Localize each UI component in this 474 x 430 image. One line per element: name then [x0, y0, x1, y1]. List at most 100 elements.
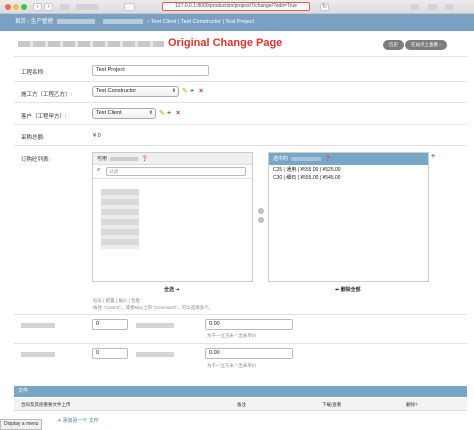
sidebar-toggle-icon[interactable]	[60, 3, 70, 10]
filter-placeholder: 过滤	[109, 169, 118, 174]
help-question-icon[interactable]: ❓	[142, 156, 148, 162]
row-2-help-text: 为千一立方米 * 出采单价	[207, 363, 257, 368]
project-name-input[interactable]: Test Project	[92, 65, 209, 76]
row-2-quantity-value: 0	[96, 350, 100, 356]
selector-help-line2: 按住 "Control"，或者Mac上的 "Command"，可以选择多个。	[93, 305, 214, 310]
client-label: 客户（工程甲方）:	[21, 114, 67, 120]
breadcrumb: 首页 › 生产管理 › Test Client | Test Construct…	[0, 14, 474, 31]
edit-client-pencil-icon[interactable]: ✎	[159, 110, 165, 117]
breadcrumb-current: › Test Client | Test Constructor | Test …	[147, 19, 255, 25]
divider	[14, 314, 467, 315]
search-icon: ⌕	[97, 167, 101, 173]
col-delete: 删除?	[406, 402, 418, 407]
available-header: 可用 ❓	[93, 153, 252, 165]
col-download: 下载/查看	[322, 402, 342, 407]
choose-all-arrow-icon: ➔	[175, 287, 180, 293]
row-2-amount-input[interactable]: 0.00	[205, 348, 293, 359]
row-2-amount-value: 0.00	[209, 350, 220, 356]
new-tab-icon[interactable]	[445, 3, 454, 10]
add-order-plus-icon[interactable]: +	[431, 153, 435, 160]
page-title: Original Change Page	[168, 37, 283, 49]
address-bar[interactable]: 127.0.0.1:8000/production/project/7/chan…	[162, 2, 310, 11]
row-1-amount-input[interactable]: 0.00	[205, 319, 293, 330]
tab-group-icon[interactable]	[76, 3, 98, 10]
move-left-arrow-icon[interactable]: ‹	[258, 217, 264, 223]
filter-input[interactable]: 过滤	[106, 167, 246, 176]
client-value: Test Client	[96, 110, 122, 116]
available-options-redacted[interactable]	[101, 189, 139, 249]
add-constructor-plus-icon[interactable]: +	[190, 88, 194, 95]
row-2-label-redacted	[21, 352, 55, 357]
row-1-mid-label-redacted	[136, 323, 174, 328]
choose-all-label: 全选	[164, 287, 175, 293]
choose-all-link[interactable]: 全选 ➔	[164, 286, 180, 293]
divider	[14, 124, 467, 125]
tabs-overview-icon[interactable]	[428, 3, 437, 10]
chosen-option[interactable]: C25 | 通用 | ¥555.00 | ¥525.00	[270, 166, 427, 174]
page-heading-redacted	[18, 41, 164, 47]
breadcrumb-separator: ›	[27, 19, 30, 25]
reload-button[interactable]: ↻	[320, 2, 329, 11]
add-file-label: 添加另一个 文件	[62, 418, 99, 424]
extension-icon[interactable]	[124, 2, 135, 11]
plus-icon: +	[58, 418, 61, 424]
row-1-label-redacted	[21, 323, 55, 328]
address-text: 127.0.0.1:8000/production/project/7/chan…	[175, 3, 297, 9]
delete-constructor-x-icon[interactable]: ×	[199, 88, 203, 95]
view-on-site-label: 在站点上查看	[411, 42, 438, 47]
delete-client-x-icon[interactable]: ×	[176, 110, 180, 117]
breadcrumb-redacted[interactable]	[57, 19, 96, 25]
row-1-help-text: 为千一立方米 * 出采单价	[207, 333, 257, 338]
row-2-quantity-input[interactable]: 0	[92, 348, 128, 359]
remove-all-arrow-icon: ⬅	[335, 287, 340, 293]
share-icon[interactable]	[410, 3, 419, 10]
select-caret-icon: ⬍	[148, 110, 153, 116]
chosen-selector: 选中的 ❓ C25 | 通用 | ¥555.00 | ¥525.00 C30 |…	[268, 152, 429, 282]
available-title: 可用	[97, 156, 108, 162]
remove-all-link[interactable]: ⬅ 删除全部	[335, 286, 361, 293]
total-purchase-label: 采购总额:	[21, 135, 45, 141]
files-section-header: 文件	[14, 386, 467, 397]
available-title-redacted	[110, 156, 139, 161]
help-question-icon[interactable]: ❓	[325, 156, 331, 162]
filter-row: ⌕ 过滤	[93, 165, 252, 179]
order-list-label: 订购砼列表:	[21, 157, 51, 163]
selector-help-line1: 标号 | 配置 | 报价 | 合股	[93, 298, 141, 303]
files-table-header: 合同及其他重要文件上传 备注 下载/查看 删除?	[14, 398, 467, 411]
minimize-window-icon[interactable]	[13, 3, 19, 10]
chosen-title-redacted	[291, 156, 322, 161]
project-name-value: Test Project	[96, 67, 125, 73]
constructor-value: Test Constructor	[96, 88, 137, 94]
history-button[interactable]: 历史	[383, 40, 404, 50]
breadcrumb-home[interactable]: 首页	[15, 19, 26, 25]
col-note: 备注	[237, 402, 246, 407]
status-tooltip: Display a menu	[0, 419, 43, 430]
col-contract-files: 合同及其他重要文件上传	[21, 402, 71, 407]
chosen-header: 选中的 ❓	[269, 153, 428, 165]
divider	[14, 102, 467, 103]
remove-all-label: 删除全部	[340, 287, 361, 293]
total-purchase-value: ¥ 0	[93, 133, 101, 139]
move-right-arrow-icon[interactable]: ›	[258, 208, 264, 214]
chosen-option[interactable]: C30 | 细石 | ¥555.00 | ¥545.00	[270, 174, 427, 182]
divider	[14, 56, 467, 57]
divider	[14, 81, 467, 82]
back-button[interactable]: ‹	[33, 2, 42, 11]
maximize-window-icon[interactable]	[21, 3, 27, 10]
forward-button[interactable]: ›	[44, 2, 53, 11]
breadcrumb-redacted[interactable]	[103, 19, 143, 25]
add-file-link[interactable]: + 添加另一个 文件	[58, 417, 99, 424]
add-client-plus-icon[interactable]: +	[167, 110, 171, 117]
close-window-icon[interactable]	[5, 3, 11, 10]
select-caret-icon: ⬍	[171, 88, 176, 94]
chosen-options-list[interactable]: C25 | 通用 | ¥555.00 | ¥525.00 C30 | 细石 | …	[270, 166, 427, 280]
constructor-label: 施工方（工程乙方）:	[21, 92, 73, 98]
edit-constructor-pencil-icon[interactable]: ✎	[182, 88, 188, 95]
view-on-site-button[interactable]: 在站点上查看 ›	[405, 40, 447, 50]
constructor-select[interactable]: Test Constructor ⬍	[92, 86, 179, 97]
chosen-title: 选中的	[273, 156, 289, 162]
row-2-mid-label-redacted	[136, 352, 174, 357]
client-select[interactable]: Test Client ⬍	[92, 108, 156, 119]
breadcrumb-module[interactable]: 生产管理	[31, 19, 53, 25]
row-1-quantity-input[interactable]: 0	[92, 319, 128, 330]
